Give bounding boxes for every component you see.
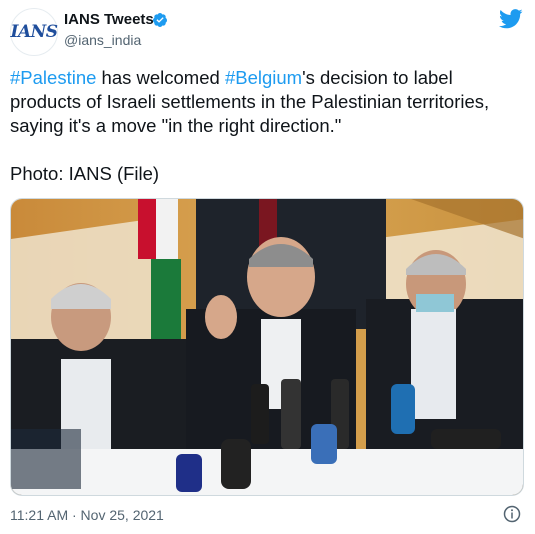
info-icon[interactable] <box>503 505 521 523</box>
verified-badge-icon <box>152 13 167 27</box>
tweet-text: #Palestine has welcomed #Belgium's decis… <box>10 66 525 138</box>
avatar-logo-text: IANS <box>10 22 58 42</box>
twitter-bird-icon[interactable] <box>499 9 523 29</box>
tweet-photo[interactable] <box>10 198 524 496</box>
photo-caption: Photo: IANS (File) <box>10 163 160 184</box>
account-handle[interactable]: @ians_india <box>64 32 141 48</box>
tweet-card: IANS IANS Tweets @ians_india #Palestine … <box>0 0 535 534</box>
hashtag-belgium[interactable]: #Belgium <box>225 67 302 88</box>
avatar[interactable]: IANS <box>10 8 58 56</box>
hashtag-palestine[interactable]: #Palestine <box>10 67 96 88</box>
tweet-timestamp[interactable]: 11:21 AM · Nov 25, 2021 <box>10 507 164 523</box>
account-name[interactable]: IANS Tweets <box>64 11 154 28</box>
tweet-text-part: has welcomed <box>96 67 225 88</box>
press-conference-photo <box>11 199 523 495</box>
